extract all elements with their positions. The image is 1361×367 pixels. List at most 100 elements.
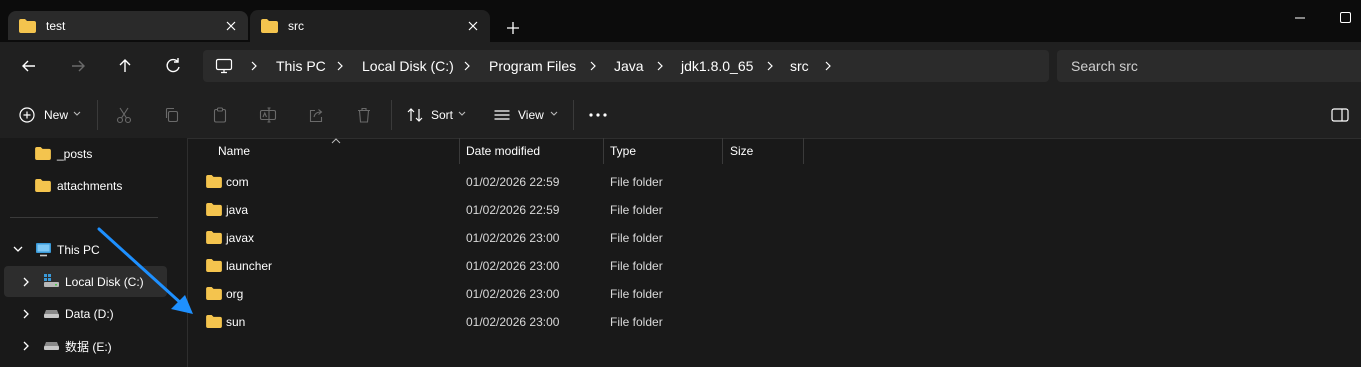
- file-name: com: [226, 175, 249, 189]
- file-name: javax: [226, 231, 255, 245]
- paste-icon[interactable]: [211, 106, 229, 124]
- file-row[interactable]: javax 01/02/2026 23:00 File folder: [196, 224, 1096, 252]
- folder-icon: [206, 315, 222, 328]
- delete-icon[interactable]: [355, 106, 373, 124]
- sidebar-item-data-e[interactable]: 数据 (E:): [65, 338, 112, 355]
- chevron-right-icon: [823, 61, 833, 71]
- column-divider[interactable]: [803, 138, 804, 164]
- file-date: 01/02/2026 23:00: [466, 287, 560, 301]
- annotation-arrow-icon: [97, 227, 193, 314]
- folder-icon: [206, 287, 222, 300]
- sort-ascending-icon: [331, 138, 341, 144]
- file-type: File folder: [610, 315, 663, 329]
- file-date: 01/02/2026 22:59: [466, 203, 560, 217]
- breadcrumb-src[interactable]: src: [790, 50, 809, 82]
- folder-icon: [206, 175, 222, 188]
- view-icon[interactable]: [493, 106, 511, 124]
- file-type: File folder: [610, 203, 663, 217]
- file-row[interactable]: launcher 01/02/2026 23:00 File folder: [196, 252, 1096, 280]
- cut-icon[interactable]: [115, 106, 133, 124]
- tab-label: src: [288, 19, 304, 33]
- chevron-right-icon[interactable]: [22, 341, 30, 351]
- chevron-right-icon[interactable]: [22, 309, 30, 319]
- add-circle-icon[interactable]: [18, 106, 36, 124]
- close-icon[interactable]: [226, 21, 236, 31]
- column-divider[interactable]: [603, 138, 604, 164]
- toolbar-divider: [97, 100, 98, 130]
- breadcrumb-program-files[interactable]: Program Files: [489, 50, 576, 82]
- breadcrumb-this-pc[interactable]: This PC: [276, 50, 326, 82]
- folder-icon: [206, 259, 222, 272]
- sort-icon[interactable]: [406, 106, 424, 124]
- file-name: org: [226, 287, 244, 301]
- this-pc-icon: [35, 242, 52, 257]
- file-type: File folder: [610, 259, 663, 273]
- back-button[interactable]: [17, 54, 41, 78]
- chevron-right-icon: [462, 61, 472, 71]
- view-button[interactable]: View: [518, 108, 544, 122]
- folder-icon: [261, 19, 278, 33]
- chevron-right-icon: [335, 61, 345, 71]
- folder-icon: [206, 203, 222, 216]
- file-date: 01/02/2026 23:00: [466, 259, 560, 273]
- search-box[interactable]: Search src: [1057, 50, 1361, 82]
- maximize-button[interactable]: [1336, 8, 1356, 28]
- chevron-right-icon: [588, 61, 598, 71]
- computer-icon: [215, 57, 233, 75]
- minimize-button[interactable]: [1290, 8, 1310, 28]
- sidebar-item-attachments[interactable]: attachments: [57, 179, 122, 193]
- chevron-right-icon: [249, 61, 259, 71]
- file-type: File folder: [610, 287, 663, 301]
- address-bar[interactable]: This PC Local Disk (C:) Program Files Ja…: [203, 50, 1049, 82]
- file-row[interactable]: org 01/02/2026 23:00 File folder: [196, 280, 1096, 308]
- copy-icon[interactable]: [163, 106, 181, 124]
- new-tab-button[interactable]: [502, 17, 524, 39]
- up-button[interactable]: [113, 54, 137, 78]
- breadcrumb-jdk[interactable]: jdk1.8.0_65: [681, 50, 753, 82]
- drive-icon: [43, 341, 60, 351]
- file-row[interactable]: sun 01/02/2026 23:00 File folder: [196, 308, 1096, 336]
- folder-icon: [19, 18, 36, 33]
- more-options-icon[interactable]: [589, 113, 607, 117]
- tab-test[interactable]: test: [8, 11, 248, 40]
- chevron-down-icon[interactable]: [550, 111, 558, 117]
- folder-icon: [35, 179, 51, 192]
- new-button[interactable]: New: [44, 108, 68, 122]
- drive-icon: [43, 309, 60, 319]
- sidebar-item-posts[interactable]: _posts: [57, 147, 92, 161]
- folder-icon: [206, 231, 222, 244]
- column-header-size[interactable]: Size: [730, 138, 753, 164]
- file-type: File folder: [610, 175, 663, 189]
- breadcrumb-local-disk[interactable]: Local Disk (C:): [362, 50, 454, 82]
- share-icon[interactable]: [307, 106, 325, 124]
- rename-icon[interactable]: [259, 106, 277, 124]
- file-name: java: [226, 203, 249, 217]
- file-date: 01/02/2026 22:59: [466, 175, 560, 189]
- file-name: launcher: [226, 259, 273, 273]
- tab-src[interactable]: src: [250, 10, 490, 42]
- column-divider[interactable]: [722, 138, 723, 164]
- chevron-down-icon[interactable]: [73, 111, 81, 117]
- sidebar-item-this-pc[interactable]: This PC: [57, 243, 100, 257]
- file-date: 01/02/2026 23:00: [466, 315, 560, 329]
- chevron-down-icon[interactable]: [458, 111, 466, 117]
- breadcrumb-java[interactable]: Java: [614, 50, 644, 82]
- details-pane-icon[interactable]: [1331, 107, 1349, 123]
- chevron-right-icon[interactable]: [22, 277, 30, 287]
- chevron-right-icon: [765, 61, 775, 71]
- column-header-type[interactable]: Type: [610, 138, 636, 164]
- chevron-down-icon[interactable]: [13, 245, 23, 253]
- file-row[interactable]: java 01/02/2026 22:59 File folder: [196, 196, 1096, 224]
- tab-label: test: [46, 18, 66, 33]
- column-divider[interactable]: [459, 138, 460, 164]
- column-header-name[interactable]: Name: [218, 138, 250, 164]
- column-header-date[interactable]: Date modified: [466, 138, 540, 164]
- sort-button[interactable]: Sort: [431, 108, 453, 122]
- search-input[interactable]: Search src: [1071, 50, 1138, 82]
- refresh-button[interactable]: [161, 54, 185, 78]
- file-row[interactable]: com 01/02/2026 22:59 File folder: [196, 168, 1096, 196]
- toolbar-divider: [391, 100, 392, 130]
- close-icon[interactable]: [468, 21, 478, 31]
- forward-button[interactable]: [66, 54, 90, 78]
- toolbar-divider: [573, 100, 574, 130]
